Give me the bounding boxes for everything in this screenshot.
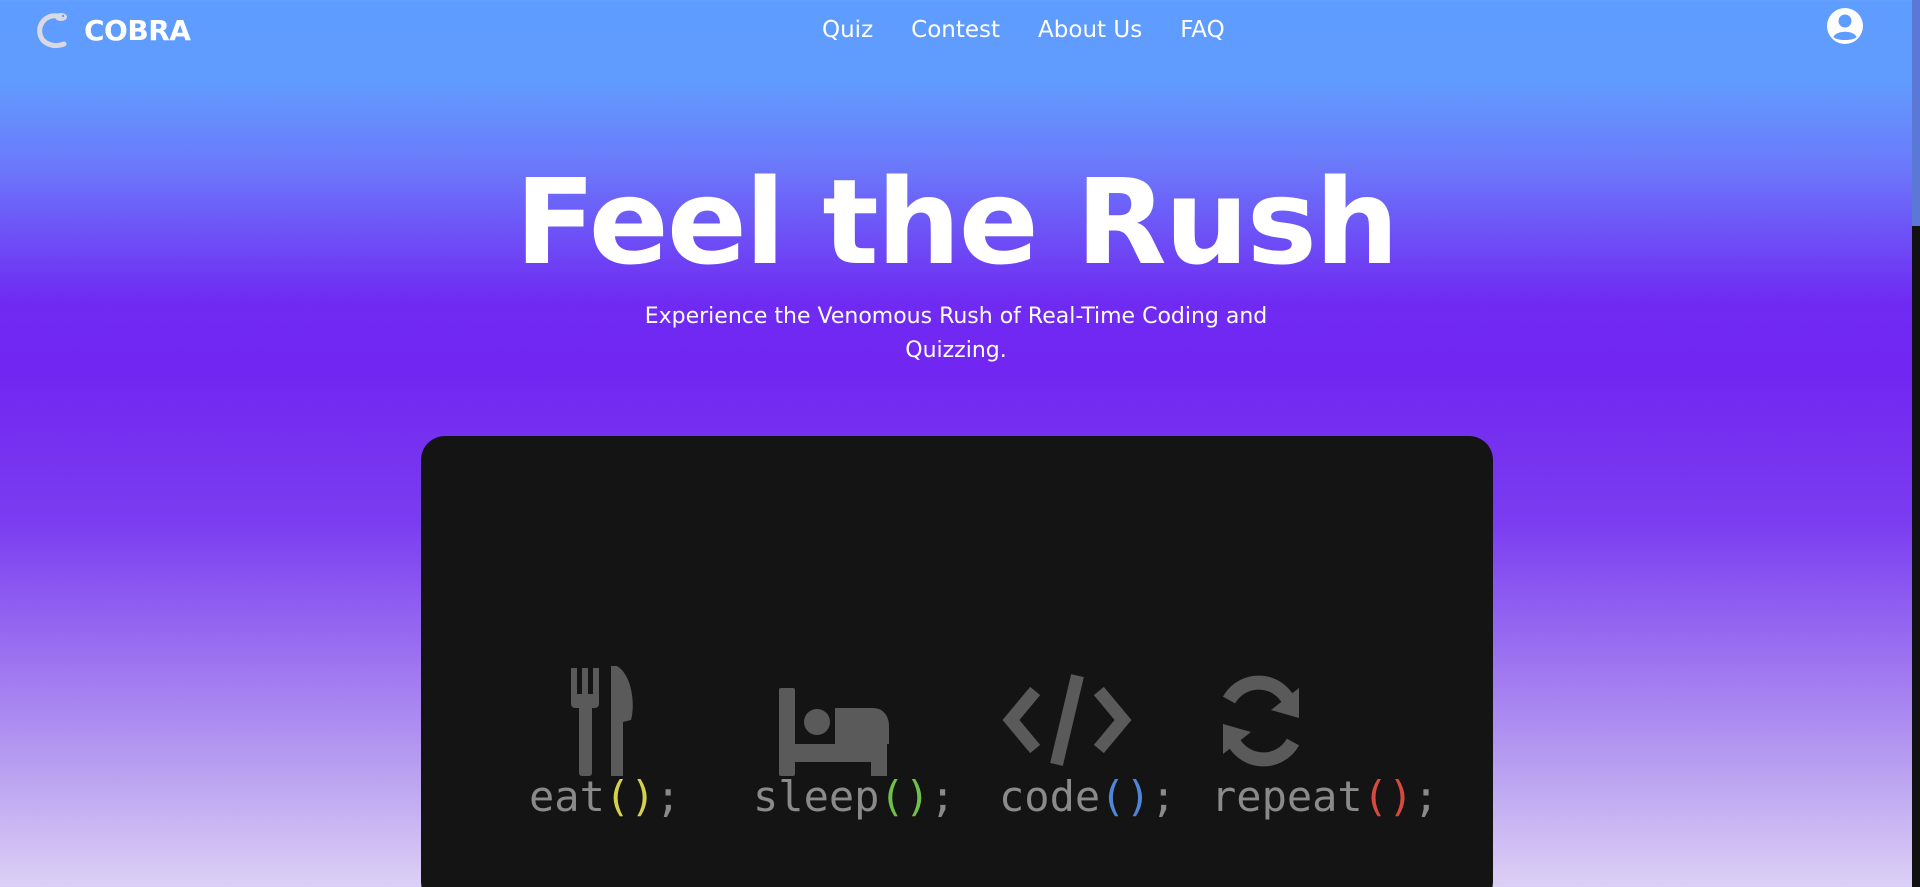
nav-link-contest[interactable]: Contest xyxy=(911,17,1000,43)
motto-row: eat(); sleep(); code(); repeat(); xyxy=(421,772,1493,832)
hero-title: Feel the Rush xyxy=(514,153,1399,291)
motto-semicolon: ; xyxy=(655,772,681,821)
nav-link-quiz[interactable]: Quiz xyxy=(822,17,873,43)
cobra-snake-icon xyxy=(37,13,67,49)
page-scrollbar[interactable] xyxy=(1912,0,1920,887)
refresh-icon xyxy=(1222,675,1300,767)
motto-sleep: sleep(); xyxy=(753,772,955,821)
motto-paren-open: ( xyxy=(879,772,905,821)
nav-link-about-us[interactable]: About Us xyxy=(1038,17,1142,43)
motto-word: sleep xyxy=(753,772,880,821)
bed-icon xyxy=(779,688,889,776)
motto-paren-open: ( xyxy=(1362,772,1389,821)
motto-paren-open: ( xyxy=(604,772,631,821)
motto-word: code xyxy=(999,772,1101,821)
motto-paren-open: ( xyxy=(1100,772,1126,821)
motto-repeat: repeat(); xyxy=(1211,772,1439,821)
brand-home-link[interactable]: COBRA xyxy=(36,8,191,52)
motto-paren-close: ) xyxy=(1388,772,1414,821)
motto-semicolon: ; xyxy=(1150,772,1177,821)
user-circle-icon xyxy=(1827,8,1863,44)
motto-paren-close: ) xyxy=(1125,772,1151,821)
motto-eat: eat(); xyxy=(529,772,681,821)
motto-paren-close: ) xyxy=(904,772,931,821)
motto-icons xyxy=(571,666,1300,776)
hero-subtitle: Experience the Venomous Rush of Real-Tim… xyxy=(644,304,1268,363)
motto-word: repeat xyxy=(1211,772,1363,821)
account-button[interactable] xyxy=(1826,7,1864,45)
motto-semicolon: ; xyxy=(930,772,956,821)
code-brackets-icon xyxy=(1002,674,1132,766)
main-nav: Quiz Contest About Us FAQ xyxy=(822,12,1225,48)
motto-word: eat xyxy=(529,772,605,821)
nav-link-faq[interactable]: FAQ xyxy=(1180,17,1225,43)
fork-knife-icon xyxy=(571,666,633,776)
motto-semicolon: ; xyxy=(1413,772,1439,821)
scrollbar-thumb[interactable] xyxy=(1912,0,1920,226)
motto-paren-close: ) xyxy=(630,772,656,821)
hero-media-card: eat(); sleep(); code(); repeat(); xyxy=(421,436,1493,887)
motto-code: code(); xyxy=(999,772,1176,821)
brand-name: COBRA xyxy=(84,13,191,47)
top-navigation-bar: COBRA Quiz Contest About Us FAQ xyxy=(0,0,1920,60)
